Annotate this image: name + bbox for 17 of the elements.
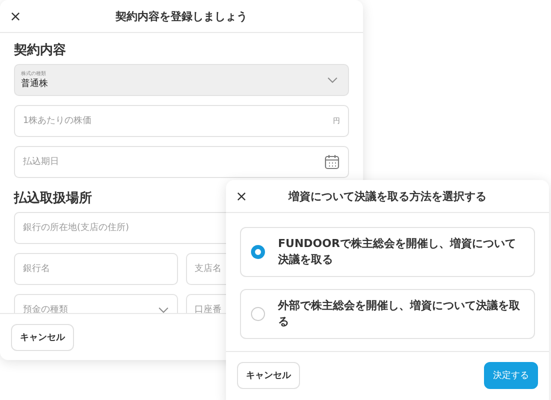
section-heading: 契約内容 — [14, 43, 66, 59]
calendar-icon[interactable] — [324, 154, 340, 170]
close-icon[interactable] — [237, 192, 246, 201]
option-label: 外部で株主総会を開催し、増資について決議を取る — [278, 298, 521, 330]
close-icon[interactable] — [11, 12, 20, 21]
chevron-down-icon — [158, 306, 168, 313]
option-card[interactable]: FUNDOORで株主総会を開催し、増資について決議を取る — [240, 227, 535, 277]
dialog-title: 増資について決議を取る方法を選択する — [288, 188, 486, 204]
dialog-title: 契約内容を登録しましょう — [116, 8, 248, 24]
bank-name-field[interactable]: 銀行名 — [14, 253, 178, 285]
radio-button[interactable] — [251, 307, 265, 321]
radio-button[interactable] — [251, 245, 265, 259]
chevron-down-icon — [327, 76, 338, 84]
cancel-button[interactable]: キャンセル — [11, 324, 74, 350]
section-heading: 払込取扱場所 — [14, 191, 92, 207]
cancel-button[interactable]: キャンセル — [237, 362, 300, 389]
option-card[interactable]: 外部で株主総会を開催し、増資について決議を取る — [240, 289, 535, 339]
